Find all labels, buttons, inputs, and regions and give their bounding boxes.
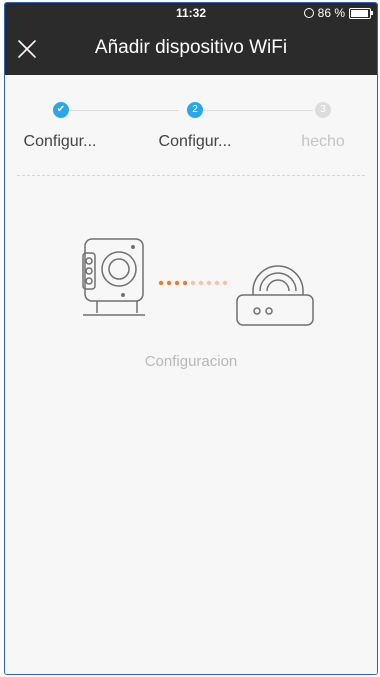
step-connector-2 — [203, 110, 313, 111]
stepper: ✔ 2 3 Configur... Configur... hecho — [5, 95, 377, 155]
app-frame: 11:32 86 % Añadir dispositivo WiFi ✔ 2 3… — [4, 2, 378, 675]
wifi-router-icon — [236, 265, 314, 326]
step-1-label: Configur... — [23, 133, 97, 150]
battery-icon — [349, 7, 373, 19]
main-content: ✔ 2 3 Configur... Configur... hecho Conf… — [5, 75, 377, 674]
page-title: Añadir dispositivo WiFi — [94, 37, 288, 58]
status-caption: Configuracion — [144, 353, 238, 370]
status-right: 86 % — [303, 6, 373, 20]
status-bar: 11:32 86 % — [5, 3, 377, 23]
step-1-marker: ✔ — [53, 102, 69, 118]
nav-bar: Añadir dispositivo WiFi — [5, 23, 377, 75]
step-2-label: Configur... — [158, 133, 232, 150]
step-3-marker: 3 — [315, 102, 331, 118]
alarm-clock-icon — [303, 8, 314, 18]
battery-percentage: 86 % — [317, 6, 345, 20]
connection-illustration — [82, 238, 314, 326]
step-connector-1 — [69, 110, 179, 111]
step-2-marker: 2 — [187, 102, 203, 118]
section-divider — [17, 175, 365, 176]
progress-dots — [158, 280, 228, 286]
step-3-label: hecho — [301, 133, 345, 150]
camera-icon — [82, 238, 145, 316]
